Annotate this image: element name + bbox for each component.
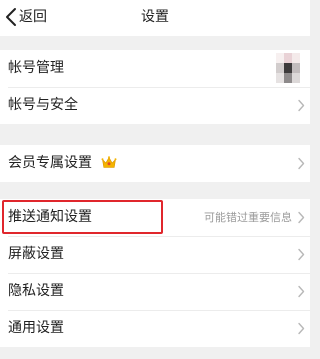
chevron-right-icon bbox=[297, 285, 305, 298]
row-label: 会员专属设置 bbox=[8, 155, 92, 171]
row-hint: 可能错过重要信息 bbox=[204, 211, 292, 224]
row-member-settings[interactable]: 会员专属设置 bbox=[0, 145, 310, 182]
row-privacy-settings[interactable]: 隐私设置 bbox=[0, 273, 310, 310]
row-label: 通用设置 bbox=[8, 320, 64, 336]
row-label: 帐号管理 bbox=[8, 60, 64, 76]
row-general-settings[interactable]: 通用设置 bbox=[0, 310, 310, 347]
chevron-right-icon bbox=[297, 99, 305, 112]
row-label: 隐私设置 bbox=[8, 283, 64, 299]
row-block-settings[interactable]: 屏蔽设置 bbox=[0, 236, 310, 273]
chevron-right-icon bbox=[297, 248, 305, 261]
row-label: 帐号与安全 bbox=[8, 97, 78, 113]
row-push-notification-settings[interactable]: 推送通知设置 可能错过重要信息 bbox=[0, 199, 310, 236]
navigation-bar: 返回 设置 bbox=[0, 0, 310, 36]
settings-section: 推送通知设置 可能错过重要信息 屏蔽设置 隐私设置 通用设置 bbox=[0, 199, 310, 347]
account-section: 帐号管理 帐号与安全 bbox=[0, 50, 310, 124]
membership-section: 会员专属设置 bbox=[0, 145, 310, 182]
row-account-management[interactable]: 帐号管理 bbox=[0, 50, 310, 87]
row-label: 推送通知设置 bbox=[8, 209, 92, 225]
page-title: 设置 bbox=[141, 9, 169, 25]
row-label: 屏蔽设置 bbox=[8, 246, 64, 262]
row-account-security[interactable]: 帐号与安全 bbox=[0, 87, 310, 124]
chevron-right-icon bbox=[297, 322, 305, 335]
chevron-right-icon bbox=[297, 157, 305, 170]
crown-icon bbox=[101, 155, 117, 170]
avatar bbox=[276, 53, 300, 83]
chevron-right-icon bbox=[297, 211, 305, 224]
